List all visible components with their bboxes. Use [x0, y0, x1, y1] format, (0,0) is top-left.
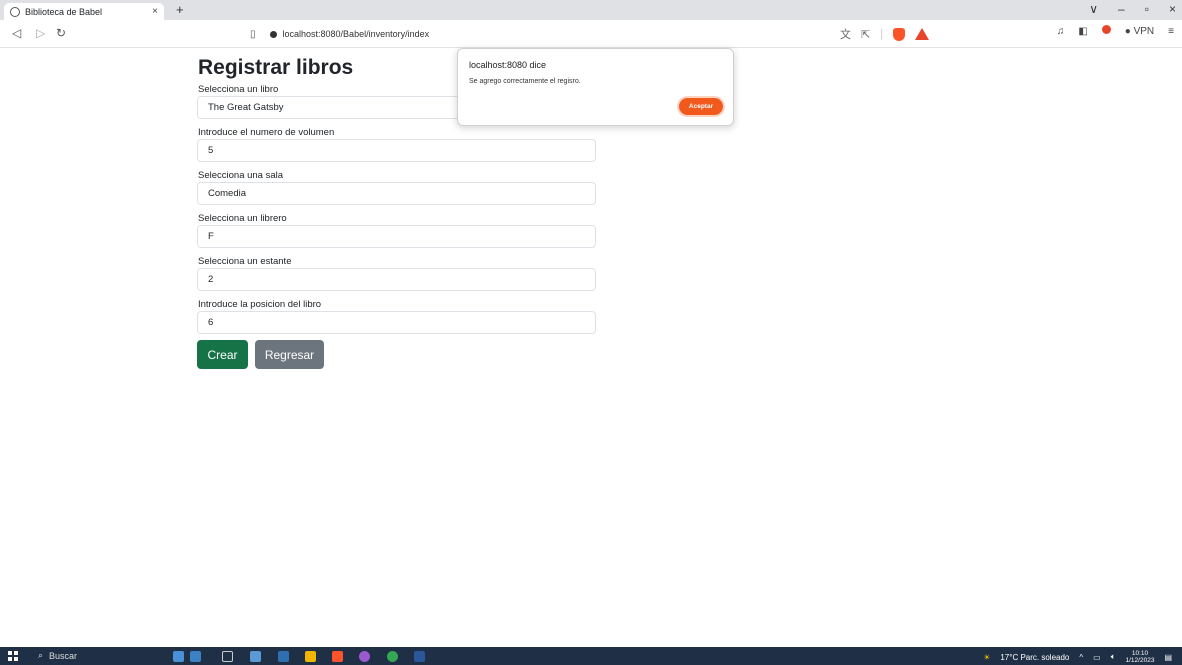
clock-date: 1/12/2023	[1125, 657, 1155, 664]
windows-start-icon[interactable]	[8, 651, 18, 661]
user-icon[interactable]	[190, 651, 201, 662]
media-icon[interactable]: ♫	[1057, 26, 1065, 37]
taskbar-search[interactable]: ⌕ Buscar	[38, 650, 77, 661]
app-icon[interactable]	[359, 651, 370, 662]
tray-expand-icon[interactable]: ^	[1079, 653, 1083, 662]
address-bar-actions: ⽂ ⇱ |	[840, 26, 930, 42]
toolbar-right: ♫ ◧ ● VPN ≡	[1057, 25, 1174, 37]
brave-browser-icon[interactable]	[332, 651, 343, 662]
reload-icon[interactable]: ↻	[56, 26, 66, 40]
bookcase-label: Selecciona un librero	[198, 213, 287, 224]
tab-close-icon[interactable]: ×	[152, 6, 158, 17]
browser-tab[interactable]: Biblioteca de Babel ×	[4, 3, 164, 20]
separator: |	[880, 28, 884, 40]
store-icon[interactable]	[278, 651, 289, 662]
bookmark-icon[interactable]: ▯	[250, 29, 256, 40]
page-title: Registrar libros	[198, 56, 354, 79]
bookcase-select[interactable]: F	[197, 225, 596, 248]
position-label: Introduce la posicion del libro	[198, 299, 322, 310]
url-text: localhost:8080/Babel/inventory/index	[282, 29, 430, 39]
brave-rewards-icon[interactable]	[915, 28, 930, 40]
weather-icon: ☀	[983, 652, 991, 662]
translate-icon[interactable]: ⽂	[840, 26, 851, 42]
dialog-ok-button[interactable]: Aceptar	[679, 98, 723, 115]
clock[interactable]: 10:10 1/12/2023	[1126, 650, 1155, 664]
book-label: Selecciona un libro	[198, 84, 279, 95]
shelf-select[interactable]: 2	[197, 268, 596, 291]
tab-list-icon[interactable]: ∨	[1089, 2, 1098, 16]
back-icon[interactable]: ◁	[12, 26, 21, 40]
address-bar[interactable]: ▯ localhost:8080/Babel/inventory/index	[250, 25, 930, 43]
weather-text[interactable]: 17°C Parc. soleado	[1000, 653, 1069, 662]
site-info-icon[interactable]	[269, 30, 277, 38]
volume-icon[interactable]: 🔈︎	[1111, 652, 1116, 662]
word-icon[interactable]	[414, 651, 425, 662]
dialog-message: Se agrego correctamente el regisro.	[469, 78, 581, 85]
forward-icon[interactable]: ▷	[36, 26, 45, 40]
tab-bar: Biblioteca de Babel × + ∨ – ▫ ×	[0, 0, 1182, 20]
explorer-icon[interactable]	[250, 651, 261, 662]
shelf-label: Selecciona un estante	[198, 256, 292, 267]
new-tab-button[interactable]: +	[176, 2, 184, 17]
share-icon[interactable]: ⇱	[861, 28, 870, 41]
network-icon[interactable]: ▭	[1093, 653, 1101, 662]
vpn-button[interactable]: ● VPN	[1125, 26, 1154, 37]
search-label: Buscar	[49, 650, 78, 661]
volume-label: Introduce el numero de volumen	[198, 127, 335, 138]
brave-shields-icon[interactable]	[893, 27, 906, 41]
chrome-icon[interactable]	[387, 651, 398, 662]
vpn-label: VPN	[1133, 25, 1155, 37]
create-button[interactable]: Crear	[197, 340, 248, 369]
system-tray: ☀ 17°C Parc. soleado ^ ▭ 🔈︎ 10:10 1/12/2…	[983, 650, 1172, 664]
search-icon: ⌕	[38, 650, 44, 660]
files-icon[interactable]	[305, 651, 316, 662]
dialog-title: localhost:8080 dice	[469, 60, 547, 70]
position-input[interactable]: 6	[197, 311, 596, 334]
taskbar: ⌕ Buscar ☀ 17°C Parc. soleado ^ ▭ 🔈︎ 10:…	[0, 647, 1182, 665]
back-button[interactable]: Regresar	[255, 340, 324, 369]
volume-input[interactable]: 5	[197, 139, 596, 162]
sidebar-icon[interactable]: ◧	[1078, 26, 1087, 37]
close-window-icon[interactable]: ×	[1169, 2, 1176, 16]
alert-dialog: localhost:8080 dice Se agrego correctame…	[457, 48, 734, 126]
wallet-icon[interactable]	[1101, 25, 1111, 37]
clock-time: 10:10	[1131, 650, 1149, 657]
browser-toolbar: ◁ ▷ ↻ ▯ localhost:8080/Babel/inventory/i…	[0, 20, 1182, 48]
widgets-icon[interactable]	[173, 651, 184, 662]
window-controls: ∨ – ▫ ×	[1089, 2, 1176, 16]
globe-icon	[10, 6, 20, 17]
room-label: Selecciona una sala	[198, 170, 284, 181]
task-view-icon[interactable]	[222, 651, 233, 662]
minimize-icon[interactable]: –	[1118, 2, 1125, 16]
restore-icon[interactable]: ▫	[1145, 2, 1149, 16]
room-select[interactable]: Comedia	[197, 182, 596, 205]
menu-icon[interactable]: ≡	[1168, 26, 1174, 37]
tab-title: Biblioteca de Babel	[25, 6, 103, 17]
notifications-icon[interactable]: ▤	[1164, 653, 1172, 662]
